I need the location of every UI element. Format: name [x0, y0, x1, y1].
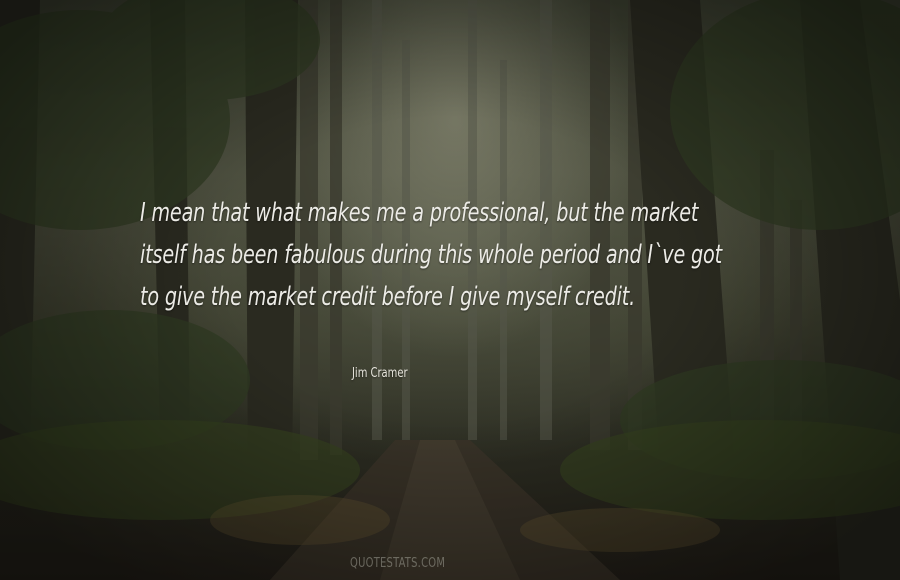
quote-line-2: itself has been fabulous during this who…: [140, 240, 722, 270]
quote-line-1: I mean that what makes me a professional…: [140, 198, 699, 228]
forest-background-scene: I mean that what makes me a professional…: [0, 0, 900, 580]
quote-author: Jim Cramer: [352, 366, 408, 381]
quote-text: I mean that what makes me a professional…: [140, 192, 722, 318]
quote-line-3: to give the market credit before I give …: [140, 282, 636, 312]
site-watermark: QUOTESTATS.COM: [350, 556, 446, 571]
